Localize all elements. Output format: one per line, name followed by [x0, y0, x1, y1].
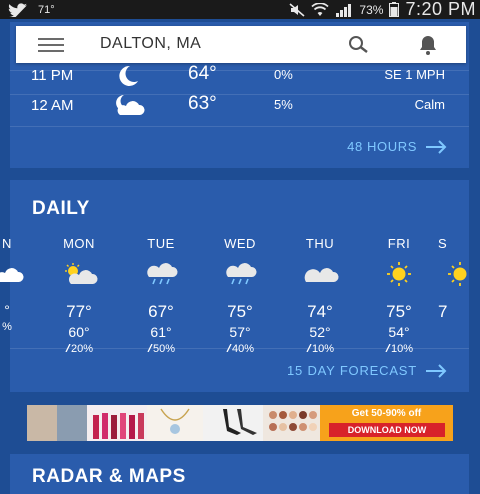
hourly-row-12am: 12 AM 63° 5% Calm	[10, 91, 469, 119]
partly-cloudy-icon	[65, 263, 98, 284]
arrow-right-icon	[426, 139, 447, 154]
day-low: °	[4, 302, 10, 318]
sun-icon	[387, 262, 411, 286]
battery-icon	[389, 2, 400, 17]
hour-wind: SE 1 MPH	[384, 67, 445, 82]
day-precip-value: 10%	[390, 343, 414, 355]
search-icon[interactable]	[347, 35, 371, 55]
ad-product-image	[27, 405, 57, 441]
hour-temp: 64°	[188, 63, 217, 84]
sun-icon	[448, 262, 467, 286]
day-high: 7	[438, 302, 448, 321]
day-precip-value: 20%	[70, 343, 94, 355]
partly-cloudy-icon	[0, 268, 24, 282]
day-precip: 20%	[44, 343, 114, 355]
day-column-thu[interactable]: THU 74° 52° 10%	[285, 236, 355, 355]
divider	[10, 348, 469, 349]
day-precip: 50%	[126, 343, 196, 355]
day-column-tue[interactable]: TUE 67° 61° 50%	[126, 236, 196, 355]
location-title[interactable]: DALTON, MA	[100, 35, 201, 53]
arrow-right-icon	[426, 363, 447, 378]
radar-maps-title: RADAR & MAPS	[32, 466, 186, 487]
status-time: 7:20 PM	[405, 0, 476, 19]
daily-card: DAILY N ° % MON 77° 60° 20% TUE 67° 61° …	[0, 180, 469, 392]
ad-offer-panel[interactable]: Get 50-90% off DOWNLOAD NOW	[320, 405, 453, 441]
day-column-sun[interactable]: N ° %	[0, 236, 42, 333]
cloud-icon	[304, 268, 339, 282]
day-precip: 40%	[205, 343, 275, 355]
day-name: THU	[305, 236, 335, 251]
48-hours-link[interactable]: 48 HOURS	[347, 139, 447, 154]
day-high: 75°	[386, 302, 412, 321]
hourly-row-11pm: 11 PM 64° 0% SE 1 MPH	[10, 61, 469, 89]
day-column-wed[interactable]: WED 75° 57° 40%	[205, 236, 275, 355]
day-high: 67°	[148, 302, 174, 321]
hour-precip: 5%	[274, 97, 293, 112]
moon-clear-icon	[119, 65, 138, 86]
ad-offer-text: Get 50-90% off	[351, 408, 422, 419]
twitter-icon	[8, 2, 27, 17]
day-name: FRI	[387, 236, 411, 251]
shoes-image	[203, 405, 263, 441]
day-low: 61°	[150, 324, 172, 340]
status-left: 71°	[8, 2, 55, 17]
day-precip-value: 40%	[231, 343, 255, 355]
status-temperature: 71°	[38, 3, 55, 16]
download-now-button[interactable]: DOWNLOAD NOW	[329, 423, 445, 437]
hour-wind: Calm	[414, 97, 445, 112]
ad-product-image	[57, 405, 87, 441]
rain-cloud-icon	[226, 263, 257, 285]
day-column-sat[interactable]: S 7	[438, 236, 478, 325]
day-high: 74°	[307, 302, 333, 321]
15-day-forecast-label: 15 DAY FORECAST	[287, 363, 417, 378]
15-day-forecast-link[interactable]: 15 DAY FORECAST	[287, 363, 447, 378]
day-precip-value: 10%	[311, 343, 335, 355]
day-low: 52°	[309, 324, 331, 340]
hour-time: 12 AM	[31, 97, 74, 114]
ad-banner[interactable]: Get 50-90% off DOWNLOAD NOW	[27, 405, 453, 441]
status-right: 73% 7:20 PM	[289, 0, 476, 19]
hour-time: 11 PM	[31, 67, 74, 84]
day-column-fri[interactable]: FRI 75° 54° 10%	[364, 236, 434, 355]
day-name: WED	[224, 236, 256, 251]
hour-precip: 0%	[274, 67, 293, 82]
search-bar: DALTON, MA	[16, 26, 466, 63]
makeup-palette-image	[263, 405, 320, 441]
48-hours-label: 48 HOURS	[347, 139, 417, 154]
day-precip: 10%	[285, 343, 355, 355]
hour-temp: 63°	[188, 93, 217, 114]
day-high: 75°	[227, 302, 253, 321]
daily-title: DAILY	[32, 198, 90, 219]
day-name: N	[2, 236, 12, 251]
day-name: S	[438, 236, 448, 251]
rain-cloud-icon	[147, 263, 178, 285]
necklace-image	[147, 405, 203, 441]
day-name: MON	[63, 236, 95, 251]
day-column-mon[interactable]: MON 77° 60° 20%	[44, 236, 114, 355]
day-low: 60°	[68, 324, 90, 340]
radar-maps-card[interactable]: RADAR & MAPS	[10, 454, 469, 494]
day-low: 54°	[388, 324, 410, 340]
signal-icon	[336, 3, 352, 17]
day-high: 77°	[66, 302, 92, 321]
day-precip: 10%	[364, 343, 434, 355]
bell-icon[interactable]	[416, 34, 440, 56]
lipstick-image	[87, 405, 147, 441]
day-name: TUE	[147, 236, 175, 251]
day-precip-value: 50%	[152, 343, 176, 355]
moon-cloud-icon	[116, 95, 145, 115]
mute-icon	[289, 2, 305, 17]
divider	[10, 126, 469, 127]
status-bar: 71° 73% 7:20 PM	[0, 0, 480, 19]
day-low: 57°	[229, 324, 251, 340]
wifi-icon	[311, 2, 330, 16]
battery-percent: 73%	[359, 2, 384, 17]
menu-icon[interactable]	[38, 38, 64, 52]
day-precip: %	[2, 321, 12, 333]
